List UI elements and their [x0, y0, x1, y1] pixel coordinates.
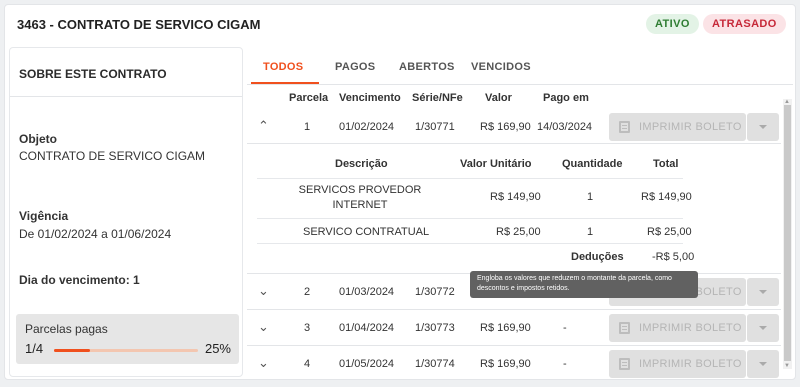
table-row: ⌄ 4 01/05/2024 1/30774 R$ 169,90 - IMPRI…	[247, 345, 781, 379]
print-boleto-label: IMPRIMIR BOLETO	[639, 121, 742, 133]
vencimento-cell: 01/03/2024	[339, 286, 395, 298]
serie-cell: 1/30774	[415, 358, 455, 370]
valor-cell: R$ 169,90	[480, 121, 531, 133]
detail-header-total: Total	[653, 158, 679, 170]
panel-title: SOBRE ESTE CONTRATO	[19, 67, 167, 81]
scrollbar[interactable]: ▲ ▼	[783, 99, 792, 369]
col-header-pago-em: Pago em	[543, 92, 589, 104]
chevron-down-icon[interactable]	[747, 314, 779, 342]
parcelas-pagas-box: Parcelas pagas 1/4 25%	[16, 314, 239, 364]
installments-panel: TODOS PAGOS ABERTOS VENCIDOS Parcela Ven…	[247, 47, 793, 379]
detail-item-desc: SERVICOS PROVEDOR INTERNET	[298, 184, 422, 211]
chevron-down-icon[interactable]	[747, 113, 779, 141]
detail-header-valor-unitario: Valor Unitário	[460, 158, 532, 170]
vencimento-cell: 01/05/2024	[339, 358, 395, 370]
document-icon	[619, 322, 630, 334]
chevron-down-icon[interactable]	[747, 350, 779, 378]
vencimento-label: Dia do vencimento: 1	[19, 273, 140, 287]
print-boleto-button[interactable]: IMPRIMIR BOLETO	[609, 350, 746, 378]
divider	[257, 178, 683, 179]
vigencia-label: Vigência	[19, 209, 69, 223]
valor-cell: R$ 169,90	[480, 322, 531, 334]
detail-item-total: R$ 149,90	[641, 191, 692, 203]
chevron-down-icon[interactable]: ⌄	[258, 319, 269, 335]
col-header-vencimento: Vencimento	[339, 92, 401, 104]
tab-vencidos[interactable]: VENCIDOS	[471, 61, 531, 73]
col-header-valor: Valor	[485, 92, 512, 104]
detail-item-unit: R$ 25,00	[496, 226, 541, 238]
progress-bar-fill	[54, 349, 90, 352]
serie-cell: 1/30771	[415, 121, 455, 133]
installment-detail: Descrição Valor Unitário Quantidade Tota…	[247, 143, 781, 277]
progress-bar	[54, 349, 198, 352]
chevron-down-icon[interactable]: ⌄	[258, 355, 269, 371]
col-header-parcela: Parcela	[289, 92, 329, 104]
contract-info-panel: SOBRE ESTE CONTRATO Objeto CONTRATO DE S…	[9, 47, 243, 377]
table-row: ⌃ 1 01/02/2024 1/30771 R$ 169,90 14/03/2…	[247, 109, 781, 143]
parcela-cell: 4	[304, 358, 311, 370]
parcela-cell: 2	[304, 286, 311, 298]
print-boleto-button[interactable]: IMPRIMIR BOLETO	[609, 113, 746, 141]
tab-abertos[interactable]: ABERTOS	[399, 61, 455, 73]
tab-pagos[interactable]: PAGOS	[335, 61, 375, 73]
parcelas-pagas-label: Parcelas pagas	[25, 322, 108, 336]
divider	[10, 96, 242, 97]
chevron-down-icon[interactable]: ⌄	[258, 283, 269, 299]
print-boleto-label: IMPRIMIR BOLETO	[639, 322, 742, 334]
objeto-value: CONTRATO DE SERVICO CIGAM	[19, 149, 206, 163]
detail-item-qty: 1	[587, 226, 594, 238]
document-icon	[619, 121, 630, 133]
chevron-up-icon[interactable]: ⌃	[258, 118, 269, 134]
detail-header-quantidade: Quantidade	[562, 158, 623, 170]
objeto-label: Objeto	[19, 132, 57, 146]
parcela-cell: 1	[304, 121, 311, 133]
divider	[257, 218, 683, 219]
contract-title: 3463 - CONTRATO DE SERVICO CIGAM	[17, 17, 261, 32]
scrollbar-thumb[interactable]	[784, 105, 791, 361]
detail-item-total: R$ 25,00	[647, 226, 692, 238]
vencimento-cell: 01/02/2024	[339, 121, 395, 133]
col-header-serie: Série/NFe	[412, 92, 463, 104]
parcelas-pagas-percent: 25%	[204, 341, 231, 356]
print-boleto-label: IMPRIMIR BOLETO	[639, 358, 742, 370]
document-icon	[619, 358, 630, 370]
serie-cell: 1/30772	[415, 286, 455, 298]
contract-card: 3463 - CONTRATO DE SERVICO CIGAM ATIVO A…	[4, 4, 796, 380]
divider	[257, 243, 683, 244]
detail-item-unit: R$ 149,90	[490, 191, 541, 203]
deducoes-tooltip: Engloba os valores que reduzem o montant…	[470, 271, 698, 298]
pago-em-cell: -	[563, 322, 567, 334]
vigencia-value: De 01/02/2024 a 01/06/2024	[19, 227, 172, 241]
pago-em-cell: 14/03/2024	[537, 121, 593, 133]
scroll-down-arrow[interactable]: ▼	[784, 363, 790, 369]
status-badge-active: ATIVO	[646, 14, 699, 34]
deducoes-label[interactable]: Deduções	[571, 251, 624, 263]
parcela-cell: 3	[304, 322, 311, 334]
detail-item-desc: SERVICO CONTRATUAL	[303, 226, 430, 238]
deducoes-value: -R$ 5,00	[652, 251, 695, 263]
table-row: ⌄ 3 01/04/2024 1/30773 R$ 169,90 - IMPRI…	[247, 309, 781, 343]
contract-header: 3463 - CONTRATO DE SERVICO CIGAM ATIVO A…	[5, 5, 795, 43]
chevron-down-icon[interactable]	[747, 278, 779, 306]
status-badge-late: ATRASADO	[703, 14, 786, 34]
tab-todos[interactable]: TODOS	[263, 61, 303, 73]
parcelas-pagas-fraction: 1/4	[25, 341, 44, 356]
vencimento-cell: 01/04/2024	[339, 322, 395, 334]
serie-cell: 1/30773	[415, 322, 455, 334]
detail-item-qty: 1	[587, 191, 594, 203]
print-boleto-button[interactable]: IMPRIMIR BOLETO	[609, 314, 746, 342]
tabs-bar: TODOS PAGOS ABERTOS VENCIDOS	[247, 47, 793, 85]
detail-header-descricao: Descrição	[335, 158, 388, 170]
active-tab-indicator	[251, 82, 319, 84]
pago-em-cell: -	[563, 358, 567, 370]
valor-cell: R$ 169,90	[480, 358, 531, 370]
